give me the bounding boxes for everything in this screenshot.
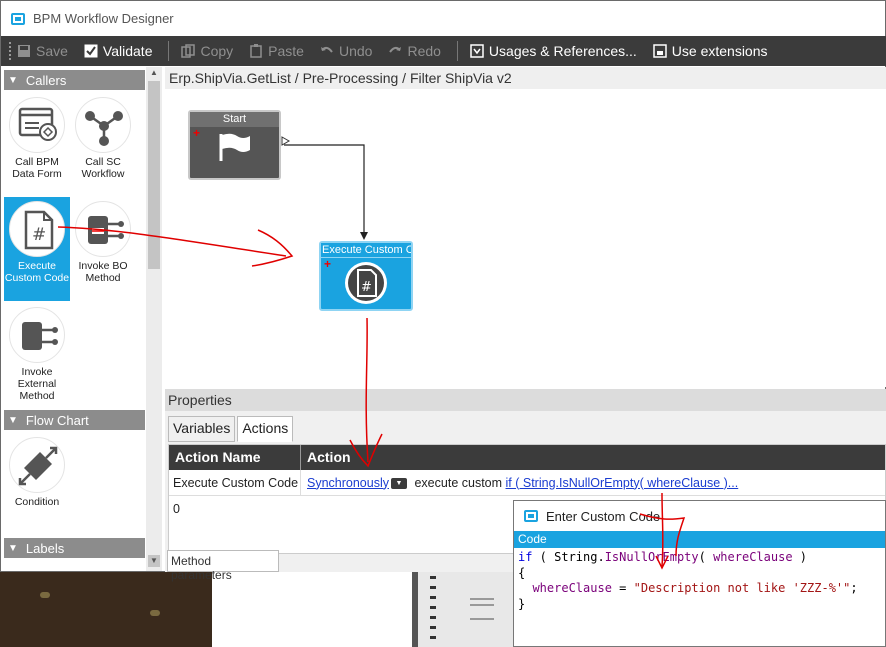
- copy-button[interactable]: Copy: [181, 43, 233, 59]
- chevron-down-icon: ▼: [8, 74, 18, 86]
- chevron-down-icon: ▼: [8, 414, 18, 426]
- table-row[interactable]: Execute Custom Code 0 Synchronously ▼ exe…: [169, 469, 885, 516]
- condition-icon: [9, 437, 65, 493]
- checkbox-icon: [84, 44, 98, 58]
- tool-call-sc-workflow[interactable]: Call SC Workflow: [70, 93, 136, 197]
- usages-icon: [470, 44, 484, 58]
- workflow-canvas[interactable]: Erp.ShipVia.GetList / Pre-Processing / F…: [165, 67, 886, 387]
- toolbox-panel: ▼ Callers Call BPM Data Form Call SC Wor…: [2, 67, 162, 571]
- background-editor: [412, 570, 516, 647]
- custom-code-link[interactable]: if ( String.IsNullOrEmpty( whereClause )…: [506, 476, 739, 490]
- code-file-icon: #: [345, 262, 387, 304]
- start-node-title: Start: [190, 112, 279, 127]
- grid-header: Action Name Action: [169, 445, 885, 470]
- method-parameters-tab[interactable]: Method parameters: [167, 550, 279, 582]
- properties-header: Properties: [165, 389, 886, 411]
- background-window: [212, 570, 412, 647]
- code-editor[interactable]: if ( String.IsNullOrEmpty( whereClause )…: [514, 548, 885, 614]
- dialog-title-bar: Enter Custom Code: [514, 501, 885, 531]
- plus-icon[interactable]: +: [324, 258, 331, 270]
- paste-icon: [250, 44, 262, 58]
- scroll-down-icon[interactable]: ▼: [148, 555, 160, 567]
- tool-invoke-external-method[interactable]: Invoke External Method: [4, 303, 70, 407]
- external-method-icon: [9, 307, 65, 363]
- sync-mode-link[interactable]: Synchronously: [307, 476, 389, 490]
- tool-call-bpm-data-form[interactable]: Call BPM Data Form: [4, 93, 70, 197]
- title-bar: BPM Workflow Designer: [1, 1, 885, 36]
- toolbar-separator: [456, 41, 458, 61]
- properties-tabs: Variables Actions: [168, 416, 295, 442]
- tab-variables[interactable]: Variables: [168, 416, 236, 442]
- flowchart-section-header[interactable]: ▼ Flow Chart: [4, 410, 145, 430]
- breadcrumb: Erp.ShipVia.GetList / Pre-Processing / F…: [165, 67, 886, 89]
- validate-button[interactable]: Validate: [84, 43, 152, 59]
- usages-references-button[interactable]: Usages & References...: [470, 43, 637, 59]
- svg-text:#: #: [32, 225, 46, 245]
- bo-method-icon: [75, 201, 131, 257]
- save-icon: [18, 45, 30, 57]
- labels-section-header[interactable]: ▼ Labels: [4, 538, 145, 558]
- redo-button[interactable]: Redo: [388, 43, 441, 59]
- start-node[interactable]: Start +: [188, 110, 291, 180]
- column-header-action[interactable]: Action: [301, 445, 885, 470]
- flag-icon: [219, 133, 250, 161]
- svg-text:#: #: [361, 280, 372, 295]
- column-header-action-name[interactable]: Action Name: [169, 445, 301, 470]
- execute-custom-code-node[interactable]: Execute Custom Co + #: [319, 241, 413, 311]
- data-form-icon: [9, 97, 65, 153]
- app-icon: [524, 510, 538, 522]
- use-extensions-button[interactable]: Use extensions: [653, 43, 768, 59]
- dialog-title: Enter Custom Code: [546, 508, 661, 524]
- workflow-icon: [75, 97, 131, 153]
- scrollbar-thumb[interactable]: [148, 81, 160, 269]
- extensions-icon: [653, 44, 667, 58]
- chevron-down-icon: ▼: [8, 542, 18, 554]
- toolbar-separator: [168, 41, 170, 61]
- tool-execute-custom-code[interactable]: # Execute Custom Code: [4, 197, 70, 301]
- toolbar-grip[interactable]: [9, 42, 11, 60]
- tab-actions[interactable]: Actions: [237, 416, 294, 442]
- output-connector-icon[interactable]: [281, 136, 291, 146]
- app-icon: [11, 12, 25, 25]
- paste-button[interactable]: Paste: [249, 43, 304, 59]
- undo-button[interactable]: Undo: [320, 43, 372, 59]
- scroll-up-icon[interactable]: ▲: [148, 67, 160, 79]
- action-cell: Synchronously ▼ execute custom if ( Strin…: [301, 476, 738, 490]
- toolbox-scrollbar[interactable]: ▲ ▼: [146, 67, 162, 571]
- copy-icon: [181, 44, 196, 58]
- toolbar: Save Validate Copy Paste Undo Redo Usage…: [1, 36, 886, 66]
- save-button[interactable]: Save: [17, 43, 68, 59]
- plus-icon[interactable]: +: [193, 127, 200, 139]
- tool-condition[interactable]: Condition: [4, 433, 70, 513]
- action-name-cell: Execute Custom Code 0: [169, 469, 301, 516]
- dropdown-arrow-icon[interactable]: ▼: [391, 477, 407, 489]
- undo-icon: [320, 46, 333, 53]
- code-file-icon: #: [9, 201, 65, 257]
- callers-section-header[interactable]: ▼ Callers: [4, 70, 145, 90]
- tool-invoke-bo-method[interactable]: Invoke BO Method: [70, 197, 136, 301]
- redo-icon: [389, 46, 402, 53]
- custom-code-dialog: Enter Custom Code Code if ( String.IsNul…: [513, 500, 886, 647]
- exec-node-title: Execute Custom Co: [321, 243, 411, 258]
- action-text: execute custom: [414, 475, 503, 490]
- code-tab[interactable]: Code: [514, 531, 885, 548]
- window-title: BPM Workflow Designer: [33, 11, 174, 26]
